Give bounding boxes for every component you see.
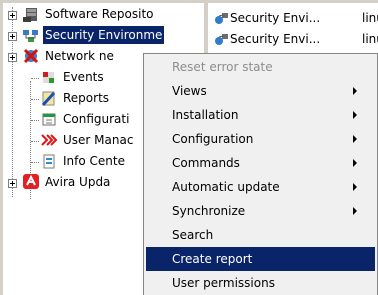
submenu-arrow-icon bbox=[353, 87, 357, 95]
list-item-type: linu bbox=[362, 32, 378, 46]
menu-item-search[interactable]: Search bbox=[146, 223, 375, 247]
list-item-type: linu bbox=[362, 11, 378, 25]
menu-item-label: Automatic update bbox=[172, 180, 280, 194]
info-center-icon bbox=[43, 154, 55, 169]
tree-item-security-environment[interactable]: Security Environme bbox=[3, 26, 204, 46]
reports-icon bbox=[41, 91, 56, 107]
submenu-arrow-icon bbox=[353, 183, 357, 191]
application-window: Software Reposito Security Environme Net… bbox=[0, 0, 378, 295]
avira-update-icon bbox=[23, 174, 39, 189]
tree-item-label: Configurati bbox=[63, 112, 130, 126]
menu-item-installation[interactable]: Installation bbox=[146, 103, 375, 127]
context-menu: Reset error state Views Installation Con… bbox=[143, 53, 378, 295]
security-env-icon bbox=[215, 13, 228, 24]
menu-item-synchronize[interactable]: Synchronize bbox=[146, 199, 375, 223]
menu-item-views[interactable]: Views bbox=[146, 79, 375, 103]
menu-item-label: Reset error state bbox=[172, 60, 273, 74]
tree-item-label: Events bbox=[63, 70, 104, 84]
menu-item-label: Search bbox=[172, 228, 214, 242]
user-management-icon bbox=[41, 134, 58, 146]
tree-item-label: User Manac bbox=[63, 133, 134, 147]
list-item-name: Security Envi... bbox=[230, 32, 321, 46]
menu-item-create-report[interactable]: Create report bbox=[146, 247, 375, 271]
security-env-icon bbox=[215, 34, 228, 45]
tree-item-software-repository[interactable]: Software Reposito bbox=[3, 5, 204, 25]
tree-item-label: Security Environme bbox=[43, 26, 165, 44]
expand-icon[interactable] bbox=[8, 11, 17, 20]
menu-item-automatic-update[interactable]: Automatic update bbox=[146, 175, 375, 199]
menu-item-label: Commands bbox=[172, 156, 240, 170]
tree-item-label: Avira Upda bbox=[45, 175, 111, 189]
tree-item-label: Network ne bbox=[45, 49, 114, 63]
submenu-arrow-icon bbox=[353, 207, 357, 215]
globe-x-icon bbox=[23, 48, 39, 64]
menu-item-configuration[interactable]: Configuration bbox=[146, 127, 375, 151]
list-item[interactable]: Security Envi... linu bbox=[208, 29, 378, 49]
expand-icon[interactable] bbox=[8, 179, 17, 188]
menu-item-label: Configuration bbox=[172, 132, 254, 146]
tree-item-label: Reports bbox=[63, 91, 110, 105]
expand-icon[interactable] bbox=[8, 53, 17, 62]
server-icon bbox=[23, 8, 37, 22]
network-icon bbox=[23, 30, 38, 42]
menu-item-commands[interactable]: Commands bbox=[146, 151, 375, 175]
menu-item-reset-error-state[interactable]: Reset error state bbox=[146, 55, 375, 79]
menu-item-label: Create report bbox=[172, 252, 253, 266]
configuration-icon bbox=[42, 113, 56, 126]
menu-item-label: User permissions bbox=[172, 276, 275, 290]
tree-item-label: Software Reposito bbox=[45, 7, 154, 21]
events-icon bbox=[43, 72, 54, 83]
menu-item-label: Installation bbox=[172, 108, 239, 122]
menu-item-user-permissions[interactable]: User permissions bbox=[146, 271, 375, 295]
list-item-name: Security Envi... bbox=[230, 11, 321, 25]
expand-icon[interactable] bbox=[8, 32, 17, 41]
list-item[interactable]: Security Envi... linu bbox=[208, 8, 378, 28]
submenu-arrow-icon bbox=[353, 159, 357, 167]
submenu-arrow-icon bbox=[353, 111, 357, 119]
submenu-arrow-icon bbox=[353, 135, 357, 143]
menu-item-label: Synchronize bbox=[172, 204, 246, 218]
tree-item-label: Info Cente bbox=[63, 154, 125, 168]
menu-item-label: Views bbox=[172, 84, 207, 98]
